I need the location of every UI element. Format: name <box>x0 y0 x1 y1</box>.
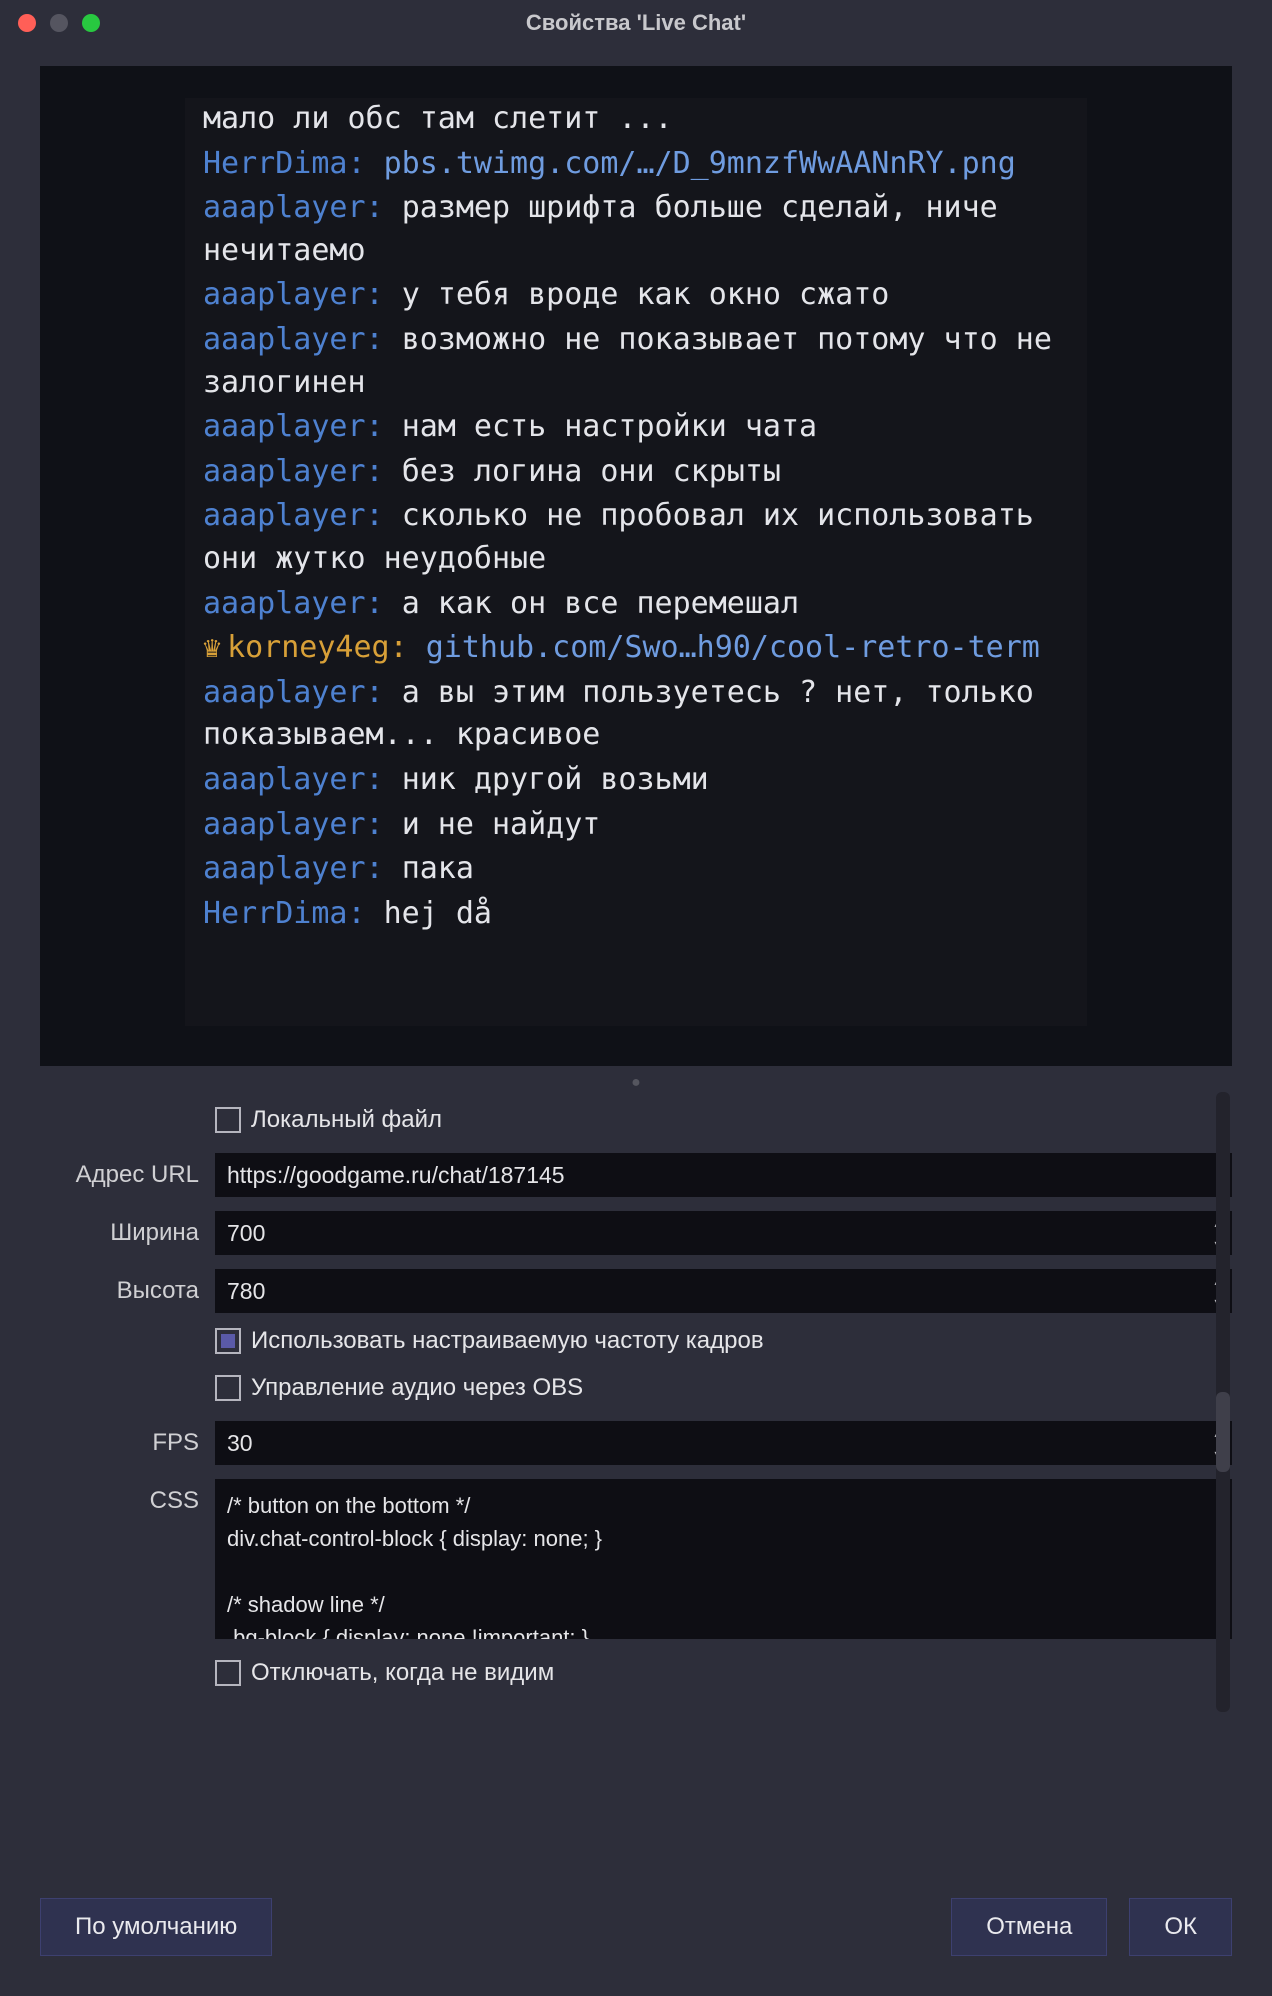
chat-line: aaaplayer: ник другой возьми <box>203 759 1069 802</box>
chat-text: без логина они скрыты <box>402 454 781 489</box>
custom-fps-checkbox[interactable]: Использовать настраиваемую частоту кадро… <box>215 1327 764 1355</box>
chat-nick: aaaplayer: <box>203 190 384 225</box>
chat-nick: aaaplayer: <box>203 586 384 621</box>
chat-text: нам есть настройки чата <box>402 409 817 444</box>
dialog-body: мало ли обс там слетит ... HerrDima: pbs.… <box>40 66 1232 1692</box>
local-file-label: Локальный файл <box>251 1106 442 1134</box>
chat-line: aaaplayer: возможно не показывает потому… <box>203 319 1069 404</box>
width-input[interactable] <box>215 1211 1204 1255</box>
chat-line: aaaplayer: а вы этим пользуетесь ? нет, … <box>203 672 1069 757</box>
chat-line: aaaplayer: сколько не пробовал их исполь… <box>203 495 1069 580</box>
properties-form: Локальный файл Адрес URL Ширина ▴ ▾ <box>40 1106 1232 1692</box>
shutdown-label: Отключать, когда не видим <box>251 1659 554 1687</box>
chat-text: мало ли обс там слетит ... <box>203 101 673 136</box>
window-close-button[interactable] <box>18 14 36 32</box>
chat-nick: aaaplayer: <box>203 409 384 444</box>
checkbox-icon <box>215 1375 241 1401</box>
chat-nick: aaaplayer: <box>203 851 384 886</box>
chat-nick: aaaplayer: <box>203 762 384 797</box>
css-textarea[interactable] <box>215 1479 1232 1639</box>
source-preview: мало ли обс там слетит ... HerrDima: pbs.… <box>40 66 1232 1066</box>
checkbox-icon <box>215 1328 241 1354</box>
chat-text: пака <box>402 851 474 886</box>
css-label: CSS <box>40 1479 215 1515</box>
chat-text: hej då <box>384 896 492 931</box>
shutdown-checkbox[interactable]: Отключать, когда не видим <box>215 1659 554 1687</box>
chat-link[interactable]: pbs.twimg.com/…/D_9mnzfWwAANnRY.png <box>384 146 1016 181</box>
scrollbar[interactable] <box>1216 1092 1230 1712</box>
chat-line: мало ли обс там слетит ... <box>203 98 1069 141</box>
chat-nick: aaaplayer: <box>203 454 384 489</box>
chat-log: мало ли обс там слетит ... HerrDima: pbs.… <box>185 98 1087 1026</box>
height-label: Высота <box>40 1277 215 1305</box>
window-maximize-button[interactable] <box>82 14 100 32</box>
chat-line: HerrDima: hej då <box>203 893 1069 936</box>
chat-link[interactable]: github.com/Swo…h90/cool-retro-term <box>426 630 1040 665</box>
chat-line: aaaplayer: размер шрифта больше сделай, … <box>203 187 1069 272</box>
dialog-footer: По умолчанию Отмена ОК <box>0 1872 1272 1996</box>
checkbox-icon <box>215 1660 241 1686</box>
titlebar: Свойства 'Live Chat' <box>0 0 1272 46</box>
chat-nick: aaaplayer: <box>203 675 384 710</box>
fps-input[interactable] <box>215 1421 1204 1465</box>
chat-nick: aaaplayer: <box>203 807 384 842</box>
height-input[interactable] <box>215 1269 1204 1313</box>
window-title: Свойства 'Live Chat' <box>0 10 1272 36</box>
height-stepper[interactable]: ▴ ▾ <box>215 1269 1232 1313</box>
chat-line: aaaplayer: без логина они скрыты <box>203 451 1069 494</box>
chat-nick: aaaplayer: <box>203 277 384 312</box>
chat-line: aaaplayer: а как он все перемешал <box>203 583 1069 626</box>
chat-line: aaaplayer: нам есть настройки чата <box>203 406 1069 449</box>
audio-obs-label: Управление аудио через OBS <box>251 1374 583 1402</box>
splitter-handle[interactable]: ● <box>40 1074 1232 1092</box>
chat-line: ♛korney4eg: github.com/Swo…h90/cool-retr… <box>203 627 1069 670</box>
url-input[interactable] <box>215 1153 1232 1197</box>
chat-text: у тебя вроде как окно сжато <box>402 277 890 312</box>
audio-obs-checkbox[interactable]: Управление аудио через OBS <box>215 1374 583 1402</box>
fps-stepper[interactable]: ▴ ▾ <box>215 1421 1232 1465</box>
chat-nick: HerrDima: <box>203 146 366 181</box>
defaults-button[interactable]: По умолчанию <box>40 1898 272 1956</box>
traffic-lights <box>18 14 100 32</box>
cancel-button[interactable]: Отмена <box>951 1898 1107 1956</box>
chat-line: aaaplayer: у тебя вроде как окно сжато <box>203 274 1069 317</box>
chat-nick: aaaplayer: <box>203 322 384 357</box>
local-file-checkbox[interactable]: Локальный файл <box>215 1106 442 1134</box>
chat-line: aaaplayer: и не найдут <box>203 804 1069 847</box>
chat-text: и не найдут <box>402 807 601 842</box>
chat-line: HerrDima: pbs.twimg.com/…/D_9mnzfWwAANnR… <box>203 143 1069 186</box>
chat-line: aaaplayer: пака <box>203 848 1069 891</box>
checkbox-icon <box>215 1107 241 1133</box>
chat-nick: korney4eg: <box>227 630 408 665</box>
width-label: Ширина <box>40 1219 215 1247</box>
width-stepper[interactable]: ▴ ▾ <box>215 1211 1232 1255</box>
chat-nick: aaaplayer: <box>203 498 384 533</box>
fps-label: FPS <box>40 1429 215 1457</box>
scrollbar-thumb[interactable] <box>1216 1392 1230 1472</box>
window-minimize-button[interactable] <box>50 14 68 32</box>
chat-nick: HerrDima: <box>203 896 366 931</box>
ok-button[interactable]: ОК <box>1129 1898 1232 1956</box>
chat-text: ник другой возьми <box>402 762 709 797</box>
crown-icon: ♛ <box>203 630 221 665</box>
url-label: Адрес URL <box>40 1161 215 1189</box>
chat-text: а как он все перемешал <box>402 586 799 621</box>
custom-fps-label: Использовать настраиваемую частоту кадро… <box>251 1327 764 1355</box>
